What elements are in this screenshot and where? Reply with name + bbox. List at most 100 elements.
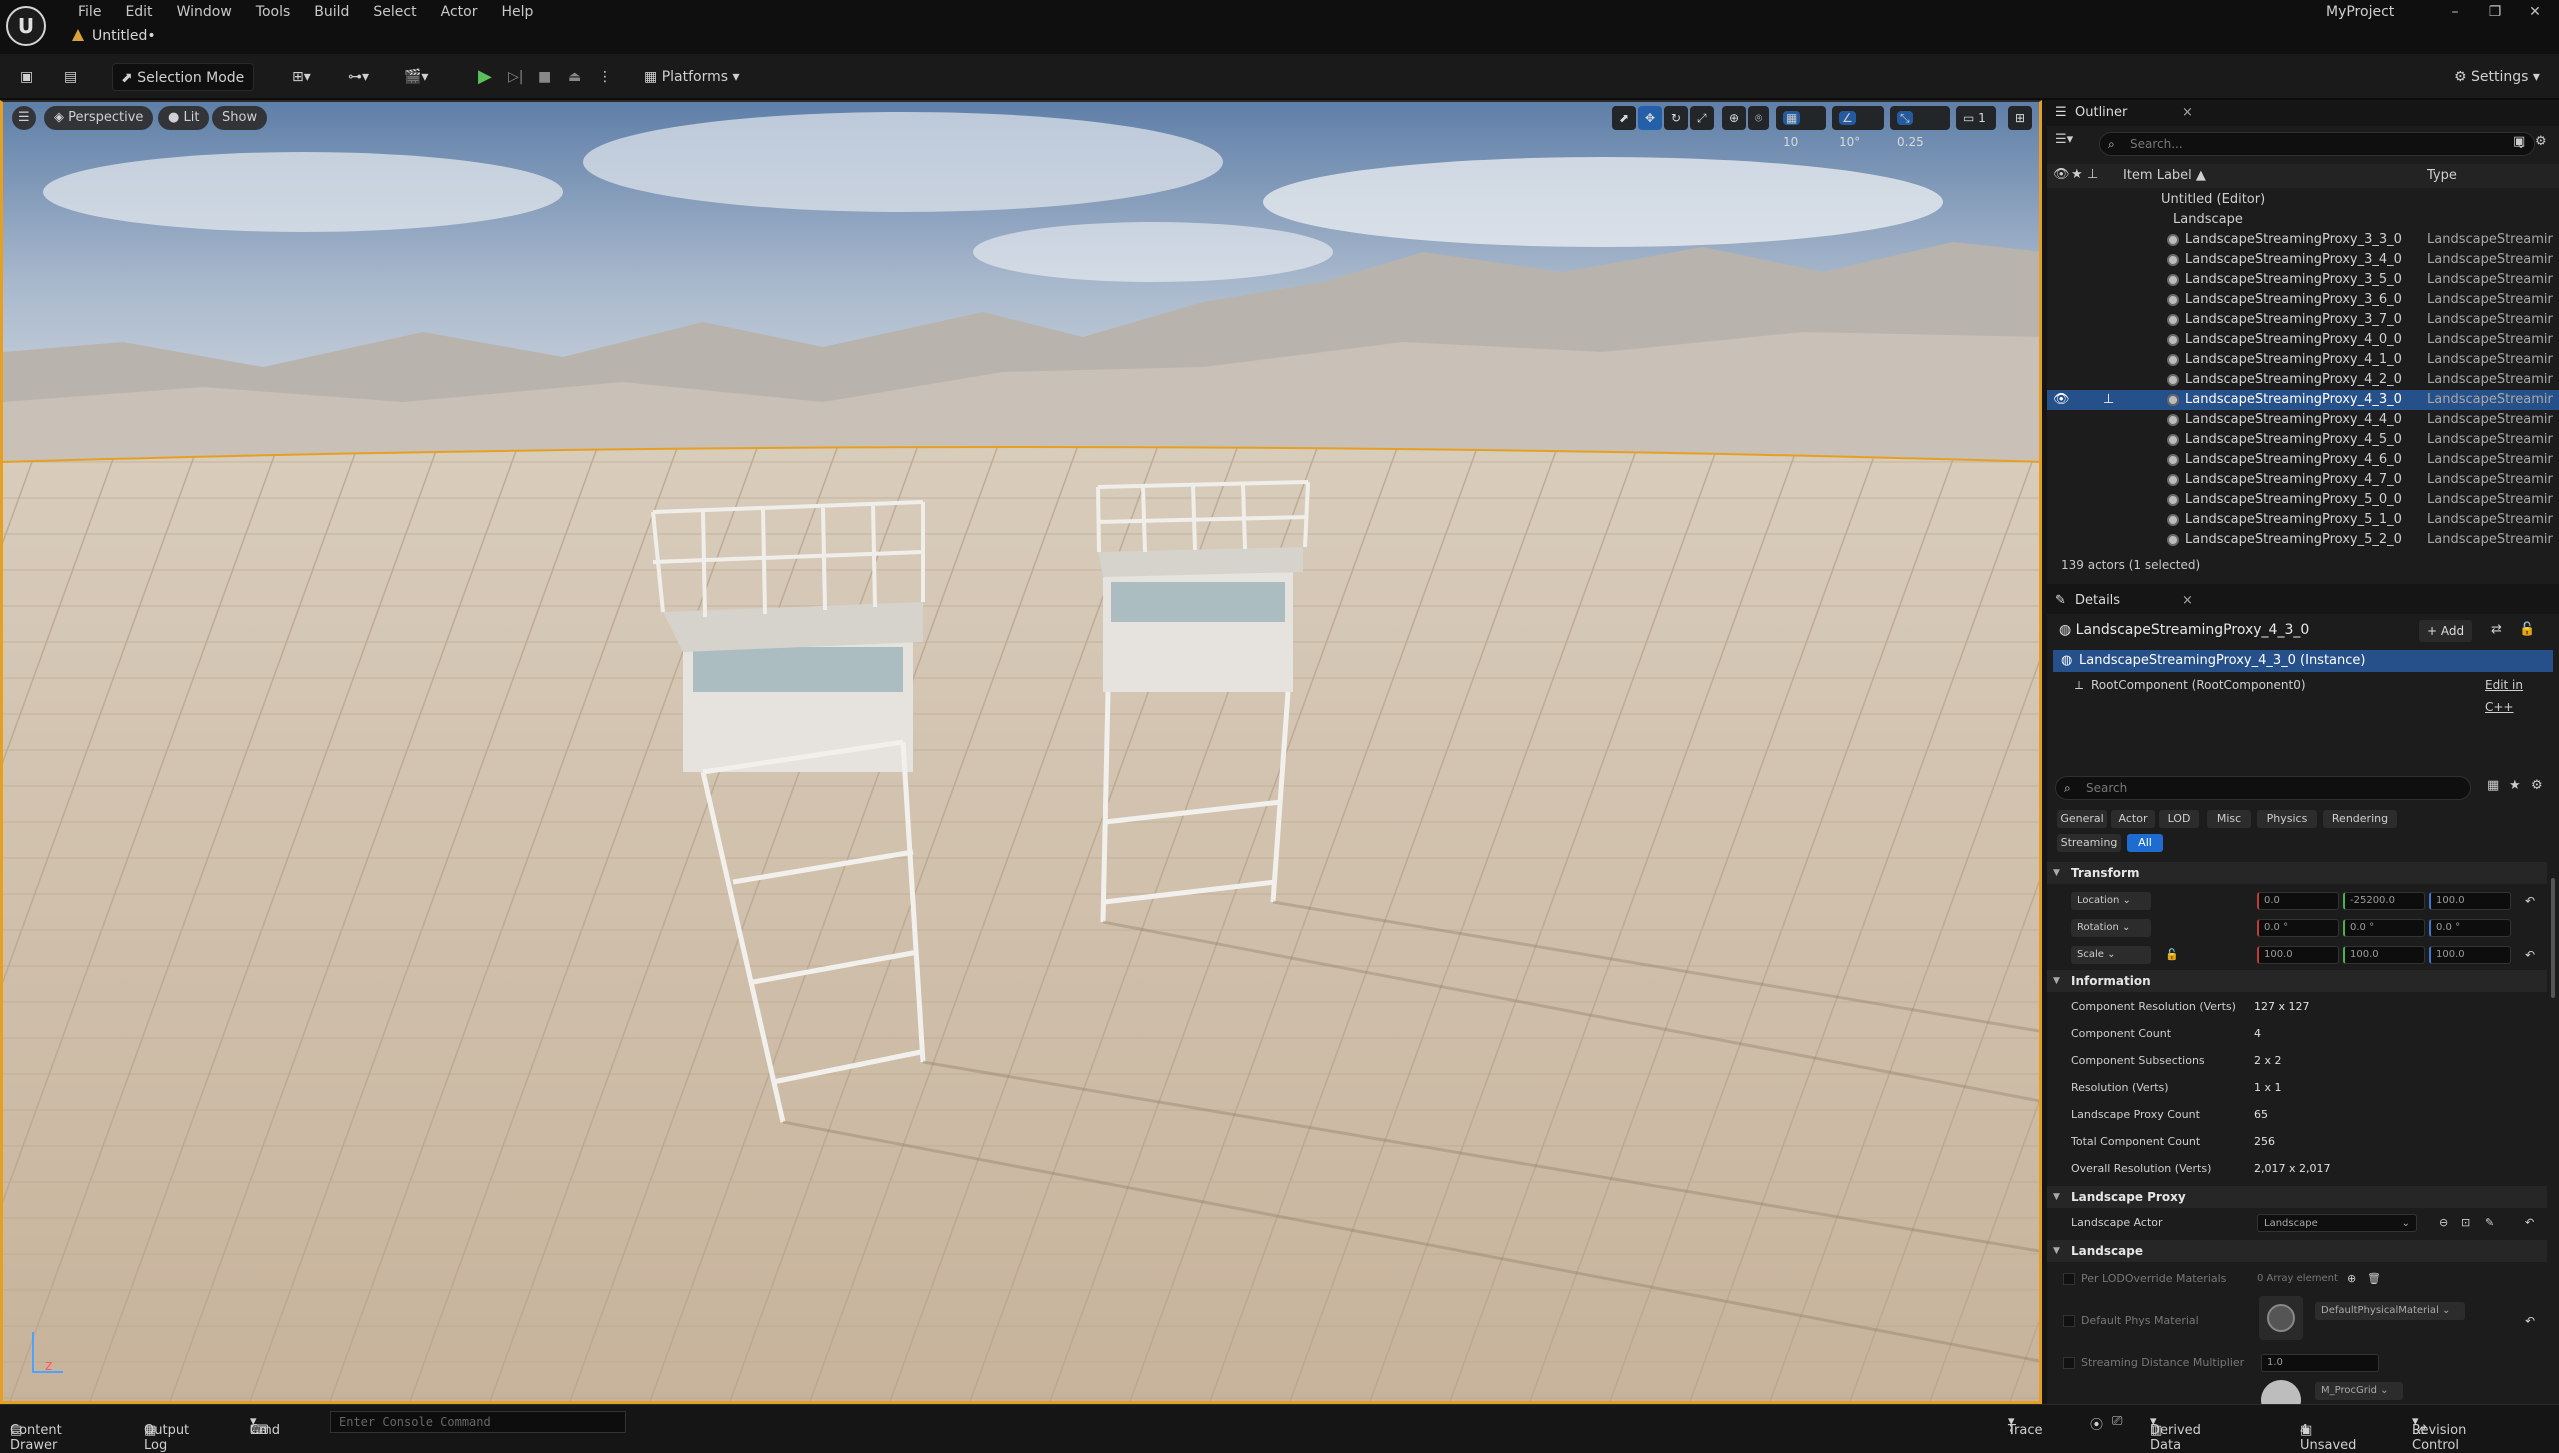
filter-tab-streaming[interactable]: Streaming xyxy=(2057,834,2121,852)
platforms-dropdown[interactable]: ▦ Platforms ▾ xyxy=(636,63,748,91)
visibility-icon[interactable]: 👁 xyxy=(2053,167,2070,182)
scale-snap-toggle[interactable]: ⤡ 0.25 xyxy=(1890,106,1950,149)
eject-button[interactable]: ⏏ xyxy=(560,63,589,91)
outliner-row[interactable]: LandscapeStreamingProxy_4_7_0 LandscapeSt… xyxy=(2047,470,2559,490)
menu-window[interactable]: Window xyxy=(165,2,244,22)
outliner-row[interactable]: 👁 ⊥ LandscapeStreamingProxy_4_3_0 Landscape… xyxy=(2047,390,2559,410)
details-settings-icon[interactable]: ⚙ xyxy=(2531,778,2543,793)
unreal-logo[interactable]: U xyxy=(6,6,46,46)
blueprint-convert-icon[interactable]: ⇄ xyxy=(2491,622,2502,637)
rotation-z-field[interactable]: 0.0 ° xyxy=(2429,919,2511,937)
component-instance-row[interactable]: ◍ LandscapeStreamingProxy_4_3_0 (Instance… xyxy=(2053,650,2553,672)
scale-tool-icon[interactable]: ⤢ xyxy=(1690,106,1714,130)
console-input[interactable]: Enter Console Command xyxy=(330,1411,626,1433)
save-icon[interactable]: ▣ xyxy=(12,63,41,91)
menu-file[interactable]: File xyxy=(66,2,113,22)
outliner-row[interactable]: LandscapeStreamingProxy_4_6_0 LandscapeSt… xyxy=(2047,450,2559,470)
perspective-button[interactable]: ◈ Perspective xyxy=(44,106,154,130)
play-options-icon[interactable]: ⋮ xyxy=(590,63,620,91)
outliner-row[interactable]: LandscapeStreamingProxy_4_0_0 LandscapeSt… xyxy=(2047,330,2559,350)
material-thumbnail[interactable] xyxy=(2261,1380,2301,1404)
translate-tool-icon[interactable]: ✥ xyxy=(1638,106,1663,130)
menu-tools[interactable]: Tools xyxy=(244,2,303,22)
eyedropper-icon[interactable]: ✎ xyxy=(2485,1210,2494,1236)
location-x-field[interactable]: 0.0 xyxy=(2257,892,2339,910)
filter-tab-physics[interactable]: Physics xyxy=(2257,810,2317,828)
details-search-input[interactable]: ⌕ Search xyxy=(2055,776,2471,800)
reset-icon[interactable]: ↶ xyxy=(2525,1210,2534,1236)
pin-icon[interactable]: ⊥ xyxy=(2087,167,2098,182)
level-viewport[interactable]: z xyxy=(0,100,2042,1404)
outliner-row[interactable]: LandscapeStreamingProxy_3_7_0 LandscapeSt… xyxy=(2047,310,2559,330)
details-scrollbar[interactable] xyxy=(2551,878,2555,998)
reset-icon[interactable]: ↶ xyxy=(2525,1308,2535,1334)
material-dropdown[interactable]: M_ProcGrid ⌄ xyxy=(2315,1382,2403,1400)
add-actor-icon[interactable]: ⊞▾ xyxy=(284,63,319,91)
play-button[interactable]: ▶ xyxy=(470,63,500,91)
selection-mode-dropdown[interactable]: ⬈ Selection Mode ▾ xyxy=(112,63,254,114)
filter-tab-actor[interactable]: Actor xyxy=(2111,810,2155,828)
outliner-row[interactable]: LandscapeStreamingProxy_4_2_0 LandscapeSt… xyxy=(2047,370,2559,390)
override-checkbox[interactable] xyxy=(2063,1273,2075,1285)
outliner-row[interactable]: LandscapeStreamingProxy_3_6_0 LandscapeSt… xyxy=(2047,290,2559,310)
property-matrix-icon[interactable]: ▦ xyxy=(2487,778,2499,793)
tree-item-landscape[interactable]: Landscape xyxy=(2047,210,2559,230)
scale-dropdown[interactable]: Scale ⌄ xyxy=(2071,946,2151,964)
filter-tab-lod[interactable]: LOD xyxy=(2159,810,2199,828)
world-space-icon[interactable]: ⊕ xyxy=(1722,106,1747,130)
add-element-icon[interactable]: ⊕ xyxy=(2347,1266,2356,1292)
rotation-y-field[interactable]: 0.0 ° xyxy=(2343,919,2425,937)
reset-icon[interactable]: ↶ xyxy=(2525,942,2535,968)
lit-button[interactable]: ● Lit xyxy=(158,106,210,130)
reset-icon[interactable]: ↶ xyxy=(2525,888,2535,914)
menu-actor[interactable]: Actor xyxy=(429,2,490,22)
scale-z-field[interactable]: 100.0 xyxy=(2429,946,2511,964)
settings-dropdown[interactable]: ⚙ Settings ▾ xyxy=(2446,63,2548,91)
phys-material-thumbnail[interactable] xyxy=(2259,1296,2303,1340)
outliner-row[interactable]: LandscapeStreamingProxy_3_5_0 LandscapeSt… xyxy=(2047,270,2559,290)
filter-tab-rendering[interactable]: Rendering xyxy=(2323,810,2397,828)
rotation-snap-toggle[interactable]: ∠ 10° xyxy=(1832,106,1884,149)
rotation-dropdown[interactable]: Rotation ⌄ xyxy=(2071,919,2151,937)
trash-icon[interactable]: 🗑 xyxy=(2367,1266,2381,1292)
tree-item-world[interactable]: Untitled (Editor) xyxy=(2047,190,2559,210)
revision-control-button[interactable]: ⎇ Revision Control ▾ xyxy=(2412,1414,2466,1453)
favorites-icon[interactable]: ★ xyxy=(2509,778,2521,793)
outliner-search-input[interactable]: ⌕ Search... ⌄ xyxy=(2099,132,2535,156)
root-component-row[interactable]: ⟂ RootComponent (RootComponent0) Edit in C… xyxy=(2053,674,2553,714)
star-icon[interactable]: ★ xyxy=(2071,167,2083,182)
phys-material-dropdown[interactable]: DefaultPhysicalMaterial ⌄ xyxy=(2315,1302,2465,1320)
cinematics-icon[interactable]: 🎬▾ xyxy=(396,63,436,91)
location-z-field[interactable]: 100.0 xyxy=(2429,892,2511,910)
close-icon[interactable]: × xyxy=(2182,588,2193,614)
viewport-menu-icon[interactable]: ☰ xyxy=(12,106,36,130)
surface-snap-icon[interactable]: ⌾ xyxy=(1748,106,1770,130)
add-folder-icon[interactable]: ▣ xyxy=(2513,134,2525,149)
document-tab[interactable]: Untitled• xyxy=(72,28,156,44)
outliner-row[interactable]: LandscapeStreamingProxy_4_4_0 LandscapeSt… xyxy=(2047,410,2559,430)
layout-icon[interactable]: ⊞ xyxy=(2008,106,2033,130)
content-browse-icon[interactable]: ▤ xyxy=(56,63,85,91)
lock-icon[interactable]: 🔓 xyxy=(2165,942,2179,968)
override-checkbox[interactable] xyxy=(2063,1315,2075,1327)
blueprint-icon[interactable]: ⊶▾ xyxy=(340,63,377,91)
details-tab[interactable]: ✎ Details × xyxy=(2047,588,2559,614)
stop-button[interactable]: ■ xyxy=(530,63,559,91)
close-window-button[interactable]: ✕ xyxy=(2512,0,2558,24)
outliner-tab[interactable]: ☰ Outliner × xyxy=(2047,100,2559,126)
col-item-label[interactable]: Item Label ▲ xyxy=(2123,168,2206,183)
outliner-settings-icon[interactable]: ⚙ xyxy=(2535,134,2547,149)
col-type[interactable]: Type xyxy=(2427,168,2457,183)
outliner-row[interactable]: LandscapeStreamingProxy_5_2_0 LandscapeSt… xyxy=(2047,530,2559,550)
record-icon[interactable]: ⦿ xyxy=(2090,1414,2103,1433)
edit-cpp-link[interactable]: Edit in C++ xyxy=(2485,674,2553,718)
camera-speed-button[interactable]: ▭ 1 xyxy=(1956,106,1996,130)
filter-tab-misc[interactable]: Misc xyxy=(2207,810,2251,828)
pin-icon[interactable]: ⊥ xyxy=(2103,390,2114,410)
override-checkbox[interactable] xyxy=(2063,1357,2075,1369)
browse-icon[interactable]: ⊖ xyxy=(2439,1210,2448,1236)
section-landscape[interactable]: Landscape xyxy=(2047,1240,2547,1262)
streaming-distance-field[interactable]: 1.0 xyxy=(2261,1354,2379,1372)
close-icon[interactable]: × xyxy=(2182,100,2193,126)
pick-actor-icon[interactable]: ⊡ xyxy=(2461,1210,2470,1236)
